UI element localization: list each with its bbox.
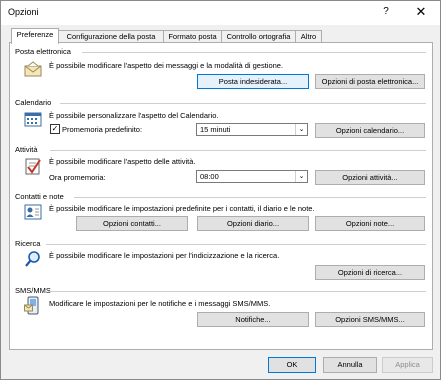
section-title-calendar: Calendario [15,98,52,107]
chevron-down-icon: ⌄ [295,171,307,182]
note-options-button[interactable]: Opzioni note... [315,216,425,231]
separator [82,52,426,53]
preferences-panel: Posta elettronica È possibile modificare… [9,42,433,350]
section-title-search: Ricerca [15,239,41,248]
contact-options-button[interactable]: Opzioni contatti... [76,216,188,231]
separator [60,103,426,104]
task-reminder-label: Ora promemoria: [49,173,106,182]
separator [46,244,426,245]
section-title-email: Posta elettronica [15,47,71,56]
task-options-button[interactable]: Opzioni attività... [315,170,425,185]
title-bar[interactable]: Opzioni ? ✕ [1,1,440,25]
task-reminder-value: 08:00 [200,172,219,181]
search-description: È possibile modificare le impostazioni p… [49,251,280,260]
email-description: È possibile modificare l'aspetto dei mes… [49,61,284,70]
task-checklist-icon [25,158,41,175]
sms-description: Modificare le impostazioni per le notifi… [49,299,271,308]
default-reminder-label: Promemoria predefinito: [62,125,143,134]
tab-preferences[interactable]: Preferenze [11,28,59,44]
section-title-sms: SMS/MMS [15,286,51,295]
separator [74,197,426,198]
search-options-button[interactable]: Opzioni di ricerca... [315,265,425,280]
envelope-icon [24,61,42,77]
search-icon [25,251,40,267]
task-reminder-time-select[interactable]: 08:00 ⌄ [196,170,308,183]
separator [50,150,426,151]
apply-button[interactable]: Applica [382,357,433,373]
journal-options-button[interactable]: Opzioni diario... [197,216,309,231]
calendar-options-button[interactable]: Opzioni calendario... [315,123,425,138]
contact-card-icon [24,204,42,220]
default-reminder-select[interactable]: 15 minuti ⌄ [196,123,308,136]
section-title-tasks: Attività [15,145,38,154]
cancel-button[interactable]: Annulla [323,357,377,373]
chevron-down-icon: ⌄ [295,124,307,135]
default-reminder-checkbox[interactable]: ✓ [50,124,60,134]
close-button[interactable]: ✕ [413,4,429,20]
calendar-description: È possibile personalizzare l'aspetto del… [49,111,219,120]
sms-options-button[interactable]: Opzioni SMS/MMS... [315,312,425,327]
junk-mail-button[interactable]: Posta indesiderata... [197,74,309,89]
ok-button[interactable]: OK [268,357,316,373]
email-options-button[interactable]: Opzioni di posta elettronica... [315,74,425,89]
options-dialog: Opzioni ? ✕ Preferenze Configurazione de… [0,0,441,380]
notifications-button[interactable]: Notifiche... [197,312,309,327]
mobile-phone-icon [24,296,39,315]
default-reminder-value: 15 minuti [200,125,231,134]
help-button[interactable]: ? [379,6,393,17]
section-title-contacts: Contatti e note [15,192,64,201]
contacts-description: È possibile modificare le impostazioni p… [49,204,315,213]
calendar-icon [24,112,42,127]
tasks-description: È possibile modificare l'aspetto delle a… [49,157,196,166]
separator [48,291,426,292]
window-title: Opzioni [8,7,39,17]
